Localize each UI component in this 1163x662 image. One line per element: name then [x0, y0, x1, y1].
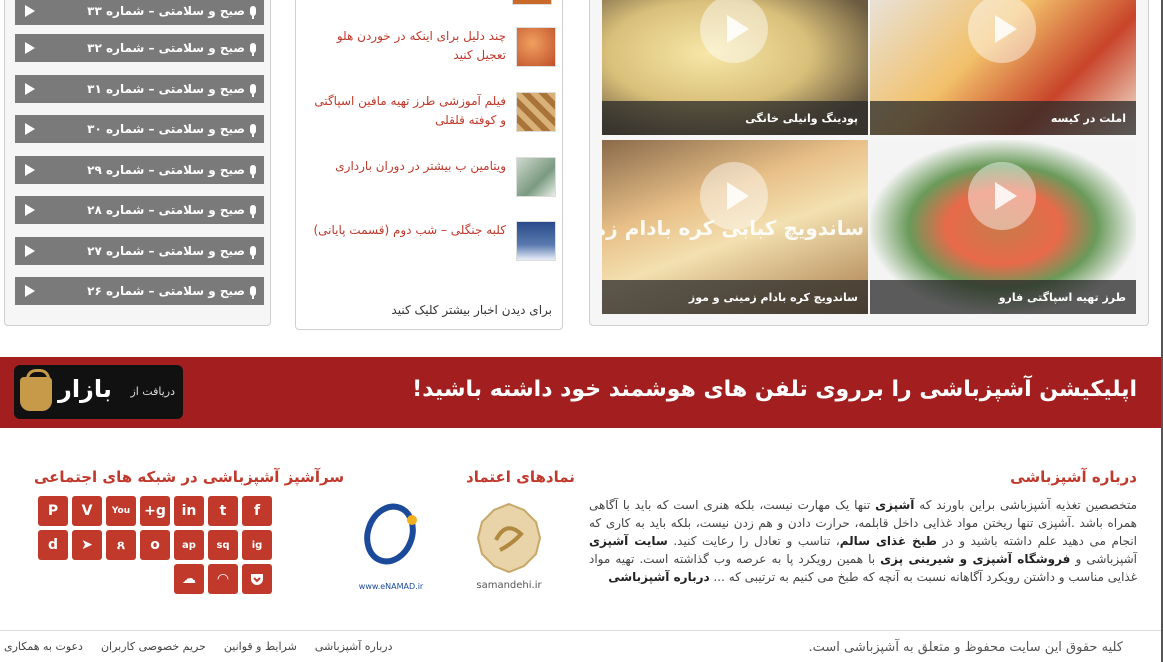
news-title[interactable]: چند دلیل برای اینکه در خوردن هلو تعجیل ک…	[310, 27, 506, 65]
play-icon[interactable]	[968, 162, 1036, 230]
play-icon[interactable]	[25, 285, 35, 297]
footer: درباره آشپزباشی متخصصین تغذیه آشپزباشی ب…	[0, 428, 1163, 662]
video-overlay-title: ساندویچ کبابی کره بادام زمینی و موز	[602, 216, 864, 240]
about-link[interactable]: سایت آشپزی	[589, 534, 668, 548]
play-icon[interactable]	[968, 0, 1036, 63]
footer-links: درباره آشپزباشی شرایط و قوانین حریم خصوص…	[4, 640, 392, 653]
about-more-link[interactable]: درباره آشپزباشی	[608, 570, 709, 584]
podcast-item[interactable]: صبح و سلامتی – شماره ۲۹	[15, 156, 264, 184]
social-title: سرآشپز آشپزباشی در شبکه های اجتماعی	[34, 468, 345, 486]
enamad-badge[interactable]: www.eNAMAD.ir	[354, 500, 428, 610]
more-news-link[interactable]: برای دیدن اخبار بیشتر کلیک کنید	[391, 303, 552, 317]
about-text: متخصصین تغذیه آشپزباشی براین باورند که آ…	[589, 498, 1138, 584]
instagram-icon[interactable]: ig	[242, 530, 272, 560]
pocket-icon[interactable]	[242, 564, 272, 594]
video-card[interactable]: املت در کیسه	[870, 0, 1136, 135]
soroush-icon[interactable]: ጸ	[106, 530, 136, 560]
podcast-item[interactable]: صبح و سلامتی – شماره ۳۲	[15, 34, 264, 62]
microphone-icon	[250, 43, 256, 56]
podcast-item[interactable]: صبح و سلامتی – شماره ۳۱	[15, 75, 264, 103]
news-thumbnail[interactable]	[516, 27, 556, 67]
microphone-icon	[250, 165, 256, 178]
footer-link-terms[interactable]: شرایط و قوانین	[224, 640, 297, 653]
microphone-icon	[250, 124, 256, 137]
news-thumbnail[interactable]	[516, 157, 556, 197]
copyright: کلیه حقوق این سایت محفوظ و متعلق به آشپز…	[808, 640, 1123, 655]
video-caption[interactable]: املت در کیسه	[870, 101, 1136, 135]
play-icon[interactable]	[25, 245, 35, 257]
microphone-icon	[250, 246, 256, 259]
footer-link-privacy[interactable]: حریم خصوصی کاربران	[101, 640, 206, 653]
about-link[interactable]: فروشگاه آشپزی و شیرینی پزی	[880, 552, 1070, 566]
footer-link-careers[interactable]: دعوت به همکاری	[4, 640, 83, 653]
shopping-bag-icon	[20, 369, 52, 411]
about-link[interactable]: آشپزی	[875, 498, 914, 512]
about-title: درباره آشپزباشی	[1010, 468, 1137, 486]
video-caption[interactable]: ساندویچ کره بادام زمینی و موز	[602, 280, 868, 314]
video-card[interactable]: ساندویچ کبابی کره بادام زمینی و موز ساند…	[602, 140, 868, 314]
microphone-icon	[250, 205, 256, 218]
podcast-item[interactable]: صبح و سلامتی – شماره ۳۰	[15, 115, 264, 143]
microphone-icon	[250, 84, 256, 97]
news-thumbnail[interactable]	[516, 92, 556, 132]
aparat-icon[interactable]: ap	[174, 530, 204, 560]
news-title[interactable]: ویتامین ب بیشتر در دوران بارداری	[335, 157, 506, 176]
news-title[interactable]: کلبه جنگلی – شب دوم (قسمت پایانی)	[313, 221, 506, 240]
news-title[interactable]: فیلم آموزشی طرز تهیه مافین اسپاگتی و کوف…	[310, 92, 506, 130]
vimeo-icon[interactable]: V	[72, 496, 102, 526]
twitter-icon[interactable]: t	[208, 496, 238, 526]
video-grid: پودینگ وانیلی خانگی املت در کیسه ساندویچ…	[589, 0, 1149, 326]
news-item[interactable]: ویتامین ب بیشتر در دوران بارداری	[310, 157, 556, 197]
play-icon[interactable]	[25, 5, 35, 17]
banner-title: اپلیکیشن آشپزباشی را برروی تلفن های هوشم…	[412, 377, 1137, 402]
news-item[interactable]: کلبه جنگلی – شب دوم (قسمت پایانی)	[310, 221, 556, 261]
podcast-box: صبح و سلامتی – شماره ۳۳ صبح و سلامتی – ش…	[4, 0, 271, 326]
news-item[interactable]: فیلم آموزشی طرز تهیه مافین اسپاگتی و کوف…	[310, 92, 556, 132]
pinterest-icon[interactable]: P	[38, 496, 68, 526]
app-banner: اپلیکیشن آشپزباشی را برروی تلفن های هوشم…	[0, 357, 1163, 428]
bazaar-logo: بازار	[58, 375, 112, 403]
video-card[interactable]: پودینگ وانیلی خانگی	[602, 0, 868, 135]
podcast-item[interactable]: صبح و سلامتی – شماره ۲۸	[15, 196, 264, 224]
about-link[interactable]: طبخ غذای سالم	[840, 534, 937, 548]
video-card[interactable]: طرز تهیه اسپاگتی فارو	[870, 140, 1136, 314]
bazaar-download-button[interactable]: بازار دریافت از	[14, 365, 183, 419]
cloob-icon[interactable]: o	[140, 530, 170, 560]
microphone-icon	[250, 6, 256, 19]
samandehi-badge[interactable]: samandehi.ir	[466, 500, 552, 600]
facebook-icon[interactable]: f	[242, 496, 272, 526]
trust-title: نمادهای اعتماد	[466, 468, 575, 486]
play-icon[interactable]	[25, 204, 35, 216]
news-thumbnail[interactable]	[516, 221, 556, 261]
googleplus-icon[interactable]: g+	[140, 496, 170, 526]
delicious-icon[interactable]: sq	[208, 530, 238, 560]
podcast-icon[interactable]: ◠	[208, 564, 238, 594]
play-icon[interactable]	[25, 123, 35, 135]
get-from-label: دریافت از	[130, 385, 175, 398]
news-thumbnail[interactable]	[512, 0, 552, 5]
podcast-item[interactable]: صبح و سلامتی – شماره ۳۳	[15, 0, 264, 25]
podcast-item[interactable]: صبح و سلامتی – شماره ۲۶	[15, 277, 264, 305]
footer-divider	[0, 630, 1163, 631]
youtube-icon[interactable]: You	[106, 496, 136, 526]
play-icon[interactable]	[25, 83, 35, 95]
video-caption[interactable]: طرز تهیه اسپاگتی فارو	[870, 280, 1136, 314]
podcast-item[interactable]: صبح و سلامتی – شماره ۲۷	[15, 237, 264, 265]
dailymotion-icon[interactable]: d	[38, 530, 68, 560]
play-icon[interactable]	[25, 164, 35, 176]
telegram-icon[interactable]: ➤	[72, 530, 102, 560]
social-icons: f t in g+ You V P ig sq ap o ጸ ➤ d ◠ ☁	[34, 496, 272, 594]
news-item[interactable]: چند دلیل برای اینکه در خوردن هلو تعجیل ک…	[310, 27, 556, 67]
video-caption[interactable]: پودینگ وانیلی خانگی	[602, 101, 868, 135]
linkedin-icon[interactable]: in	[174, 496, 204, 526]
microphone-icon	[250, 286, 256, 299]
soundcloud-icon[interactable]: ☁	[174, 564, 204, 594]
news-box: چند دلیل برای اینکه در خوردن هلو تعجیل ک…	[295, 0, 563, 330]
play-icon[interactable]	[25, 42, 35, 54]
footer-link-about[interactable]: درباره آشپزباشی	[315, 640, 393, 653]
play-icon[interactable]	[700, 0, 768, 63]
